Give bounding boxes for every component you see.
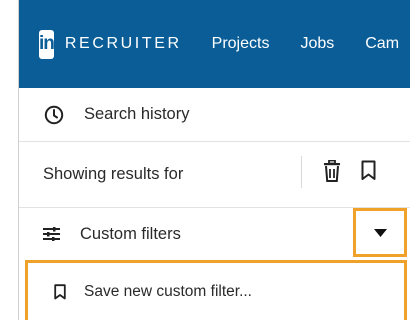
nav-campaigns[interactable]: Cam	[365, 35, 399, 53]
custom-filters-label: Custom filters	[80, 224, 181, 243]
brand-name: RECRUITER	[64, 35, 182, 52]
showing-results-label: Showing results for	[43, 165, 184, 183]
custom-filters-dropdown-button[interactable]	[353, 208, 407, 257]
bookmark-icon	[54, 283, 66, 299]
top-navigation-bar: in RECRUITER Projects Jobs Cam	[19, 0, 410, 88]
linkedin-logo[interactable]: in	[39, 29, 55, 59]
menu-item-save-new-custom-filter[interactable]: Save new custom filter...	[25, 260, 407, 320]
nav-projects[interactable]: Projects	[212, 35, 270, 53]
clock-icon	[44, 105, 64, 124]
menu-item-label: Save new custom filter...	[84, 282, 252, 300]
search-history-label: Search history	[84, 105, 190, 123]
bookmark-icon[interactable]	[361, 160, 376, 181]
caret-down-icon	[373, 228, 387, 237]
divider	[301, 156, 302, 188]
sliders-icon	[43, 227, 60, 241]
search-history-row[interactable]: Search history	[19, 88, 410, 142]
trash-icon[interactable]	[323, 160, 341, 182]
nav-jobs[interactable]: Jobs	[300, 35, 334, 53]
recruiter-panel: in RECRUITER Projects Jobs Cam Search hi…	[18, 0, 410, 320]
custom-filters-row: Custom filters	[19, 208, 410, 260]
logo-text: in	[39, 33, 55, 54]
showing-results-row: Showing results for	[19, 142, 410, 208]
